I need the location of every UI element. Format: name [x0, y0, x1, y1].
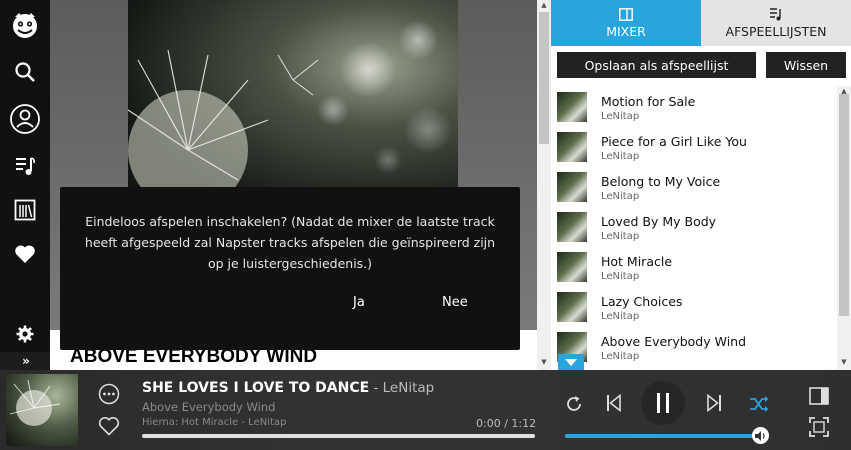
more-icon	[98, 383, 120, 405]
mixer-icon	[619, 7, 633, 21]
track-title: SHE LOVES I LOVE TO DANCE	[142, 380, 370, 396]
gear-icon[interactable]	[0, 314, 50, 354]
skip-back-icon	[607, 394, 621, 412]
album-artwork	[128, 0, 458, 190]
pause-button[interactable]	[641, 381, 685, 425]
track-title: Above Everybody Wind	[601, 334, 747, 349]
track-title: Hot Miracle	[601, 254, 673, 269]
queue-panel: MIXER AFSPEELLIJSTEN Opslaan als afspeel…	[551, 0, 851, 370]
track-thumbnail	[557, 132, 587, 162]
track-title: Lazy Choices	[601, 294, 683, 309]
user-icon[interactable]	[0, 99, 50, 139]
shuffle-button[interactable]	[747, 392, 771, 416]
fullscreen-button[interactable]	[807, 415, 831, 439]
dialog-no-button[interactable]: Nee	[442, 295, 468, 310]
volume-fill	[565, 434, 760, 438]
scroll-down-arrow-icon[interactable]: ▼	[537, 358, 551, 366]
now-playing-artwork[interactable]	[6, 374, 78, 446]
fullscreen-icon	[809, 417, 829, 437]
tab-label: AFSPEELLIJSTEN	[725, 24, 827, 39]
track-list: Motion for Sale LeNitap Piece for a Girl…	[551, 86, 837, 370]
queue-panel-icon	[809, 387, 829, 405]
progress-bar[interactable]	[142, 434, 535, 438]
napster-logo-icon[interactable]	[0, 5, 50, 45]
scroll-down-arrow-icon[interactable]: ▼	[837, 358, 851, 366]
main-scrollbar[interactable]: ▲ ▼	[537, 0, 551, 370]
more-options-button[interactable]	[97, 382, 121, 406]
heart-outline-icon	[98, 417, 120, 436]
shuffle-icon	[750, 396, 769, 412]
track-thumbnail	[557, 252, 587, 282]
speaker-icon	[755, 430, 765, 441]
now-playing-title[interactable]: SHE LOVES I LOVE TO DANCE - LeNitap	[142, 380, 434, 396]
playback-time: 0:00 / 1:12	[476, 417, 537, 430]
repeat-icon	[567, 396, 581, 411]
chevron-down-icon	[565, 358, 577, 366]
dialog-message: Eindeloos afspelen inschakelen? (Nadat d…	[84, 214, 496, 271]
track-artist: LeNitap	[601, 191, 640, 202]
scroll-to-current-button[interactable]	[558, 354, 584, 370]
repeat-button[interactable]	[562, 392, 586, 416]
sidebar: »	[0, 0, 50, 370]
heart-icon[interactable]	[0, 234, 50, 274]
search-icon[interactable]	[0, 52, 50, 92]
volume-knob[interactable]	[752, 427, 769, 444]
list-item[interactable]: Loved By My Body LeNitap	[551, 206, 837, 246]
toggle-queue-button[interactable]	[807, 384, 831, 408]
list-item[interactable]: Motion for Sale LeNitap	[551, 86, 837, 126]
scroll-up-arrow-icon[interactable]: ▲	[537, 1, 551, 9]
list-item[interactable]: Lazy Choices LeNitap	[551, 286, 837, 326]
list-item[interactable]: Hot Miracle LeNitap	[551, 246, 837, 286]
track-title: Motion for Sale	[601, 94, 696, 109]
favorite-button[interactable]	[97, 414, 121, 438]
now-playing-album[interactable]: Above Everybody Wind	[142, 400, 275, 414]
track-artist: LeNitap	[601, 351, 640, 362]
previous-button[interactable]	[602, 391, 626, 415]
scrollbar-thumb[interactable]	[839, 94, 849, 316]
dialog-yes-button[interactable]: Ja	[353, 295, 365, 310]
track-artist: LeNitap	[601, 271, 640, 282]
endless-play-dialog: Eindeloos afspelen inschakelen? (Nadat d…	[60, 187, 520, 350]
tab-label: MIXER	[606, 23, 646, 39]
sidebar-expand-button[interactable]: »	[0, 352, 50, 370]
save-as-playlist-button[interactable]: Opslaan als afspeellijst	[557, 52, 756, 78]
next-up-text: Hierna: Hot Miracle - LeNitap	[142, 417, 287, 428]
player-bar: SHE LOVES I LOVE TO DANCE - LeNitap Abov…	[0, 370, 851, 450]
next-button[interactable]	[702, 391, 726, 415]
scrollbar-thumb[interactable]	[539, 12, 549, 144]
library-icon[interactable]	[0, 190, 50, 230]
track-thumbnail	[557, 292, 587, 322]
volume-slider[interactable]	[565, 434, 760, 438]
track-artist: LeNitap	[601, 151, 640, 162]
list-item[interactable]: Belong to My Voice LeNitap	[551, 166, 837, 206]
track-thumbnail	[557, 92, 587, 122]
list-item[interactable]: Above Everybody Wind LeNitap	[551, 326, 837, 366]
track-thumbnail	[557, 172, 587, 202]
track-artist: LeNitap	[601, 231, 640, 242]
tab-playlists[interactable]: AFSPEELLIJSTEN	[701, 0, 851, 46]
pause-icon	[657, 393, 669, 413]
track-title: Piece for a Girl Like You	[601, 134, 747, 149]
track-title: Loved By My Body	[601, 214, 717, 229]
queue-scrollbar[interactable]: ▲ ▼	[837, 86, 851, 370]
clear-button[interactable]: Wissen	[766, 52, 846, 78]
track-thumbnail	[557, 212, 587, 242]
track-artist[interactable]: - LeNitap	[369, 380, 434, 396]
track-title: Belong to My Voice	[601, 174, 721, 189]
skip-forward-icon	[707, 394, 721, 412]
music-list-icon[interactable]	[0, 146, 50, 186]
tab-mixer[interactable]: MIXER	[551, 0, 701, 46]
playlist-icon	[770, 8, 781, 21]
track-artist: LeNitap	[601, 111, 640, 122]
track-artist: LeNitap	[601, 311, 640, 322]
expand-icon: »	[22, 354, 30, 368]
list-item[interactable]: Piece for a Girl Like You LeNitap	[551, 126, 837, 166]
